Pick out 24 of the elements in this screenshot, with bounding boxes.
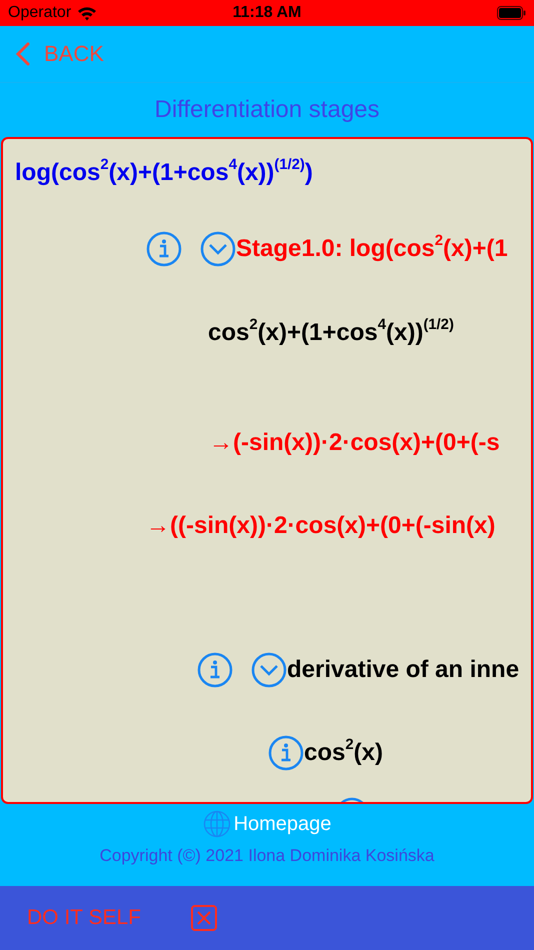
collapse-button[interactable]: [251, 652, 287, 688]
info-button[interactable]: [268, 735, 304, 771]
carrier-label: Operator: [8, 4, 72, 22]
back-button[interactable]: BACK: [16, 41, 104, 67]
stage-text: cos$^{2}$(x): [304, 739, 383, 767]
globe-icon: [202, 810, 231, 838]
info-button[interactable]: [146, 231, 182, 267]
homepage-link[interactable]: Homepage: [202, 810, 332, 838]
expression-text: →(-sin(x))·2·cos(x)+(0+(-s: [209, 429, 500, 457]
battery-icon: [497, 6, 526, 20]
stage-text: Stage1.0: log(cos$^{2}$(x)+(1: [236, 235, 508, 263]
expression-text: log(cos$^{2}$(x)+(1+cos$^{4}$(x))$^{(1/2)}$): [15, 159, 313, 187]
stage-text: derivative of an inne: [287, 656, 520, 684]
clock: 11:18 AM: [232, 4, 302, 22]
expression-text: cos$^{2}$(x)+(1+cos$^{4}$(x))$^{(1/2)}$: [208, 319, 454, 347]
do-it-self-button[interactable]: DO IT SELF: [27, 906, 141, 930]
wifi-icon: [77, 6, 98, 20]
page-title: Differentiation stages: [153, 95, 381, 125]
copyright-text: Copyright (©) 2021 Ilona Dominika Kosińska: [100, 846, 434, 866]
expression-text: →((-sin(x))·2·cos(x)+(0+(-sin(x): [146, 512, 496, 540]
info-button[interactable]: [197, 652, 233, 688]
close-icon[interactable]: [190, 905, 217, 931]
chevron-left-icon: [16, 42, 30, 66]
collapse-button[interactable]: [200, 231, 236, 267]
